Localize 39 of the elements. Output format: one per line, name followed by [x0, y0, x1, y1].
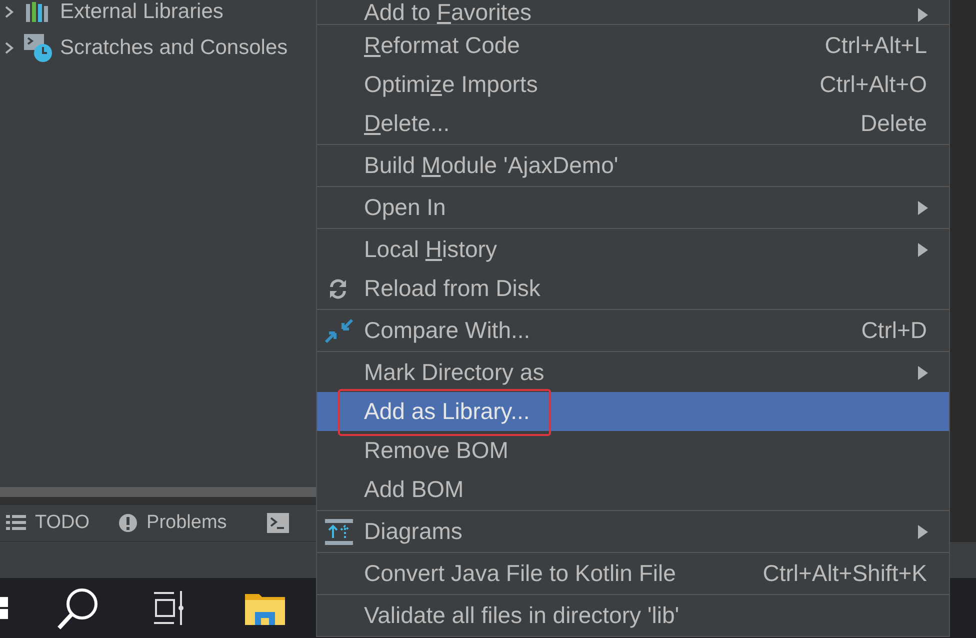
shortcut-label: Ctrl+Alt+Shift+K — [762, 560, 928, 587]
shortcut-label: Ctrl+D — [860, 317, 928, 344]
menu-item[interactable]: Diagrams — [317, 512, 949, 551]
tool-window-tab[interactable]: TODO — [35, 512, 90, 534]
folder-icon — [245, 591, 285, 625]
diagram-icon — [325, 518, 353, 544]
menu-item[interactable]: Compare With... Ctrl+D — [317, 311, 949, 350]
menu-item[interactable]: Build Module 'AjaxDemo' — [317, 146, 949, 185]
scratch-clock-icon — [23, 33, 53, 63]
search-icon — [56, 586, 100, 630]
tool-window-tab[interactable]: Problems — [146, 512, 227, 534]
menu-item[interactable]: Mark Directory as — [317, 353, 949, 392]
menu-item[interactable]: Local History — [317, 230, 949, 269]
submenu-arrow-icon — [917, 200, 929, 216]
scrollbar[interactable] — [0, 487, 316, 505]
menu-item[interactable]: Remove BOM — [317, 431, 949, 470]
terminal-icon — [266, 513, 289, 533]
submenu-arrow-icon — [917, 242, 929, 258]
task-view-icon — [152, 590, 184, 626]
tree-item[interactable]: Scratches and Consoles — [60, 36, 288, 60]
windows-logo-icon — [0, 597, 8, 619]
submenu-arrow-icon — [917, 524, 929, 540]
shortcut-label: Ctrl+Alt+O — [818, 71, 928, 98]
menu-item[interactable]: Add BOM — [317, 470, 949, 509]
shortcut-label: Ctrl+Alt+L — [824, 32, 928, 59]
submenu-arrow-icon — [917, 364, 929, 380]
menu-item[interactable]: Convert Java File to Kotlin File Ctrl+Alt+Shift+K — [317, 554, 949, 593]
tree-item[interactable]: External Libraries — [60, 0, 224, 24]
shortcut-label: Delete — [860, 110, 928, 137]
menu-item[interactable]: Reformat Code Ctrl+Alt+L — [317, 26, 949, 65]
menu-item[interactable]: Open In — [317, 188, 949, 227]
submenu-arrow-icon — [917, 7, 929, 23]
compare-arrows-icon — [325, 316, 353, 344]
menu-item[interactable]: Optimize Imports Ctrl+Alt+O — [317, 65, 949, 104]
menu-item[interactable]: Delete... Delete — [317, 104, 949, 143]
menu-item[interactable]: Reload from Disk — [317, 269, 949, 308]
warning-circle-icon — [118, 513, 138, 533]
menu-item[interactable]: Add to Favorites — [317, 1, 949, 23]
list-icon — [6, 514, 26, 532]
